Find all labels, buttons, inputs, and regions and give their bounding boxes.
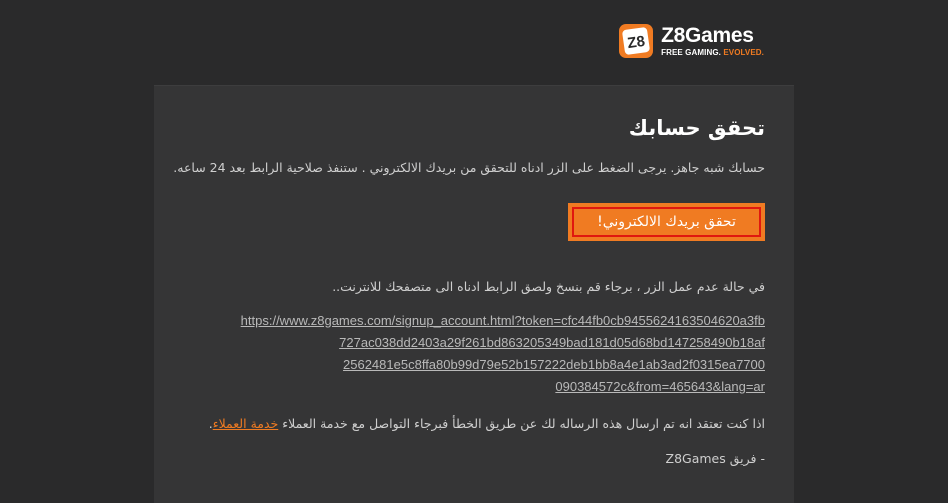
verify-button-container: تحقق بريدك الالكتروني!	[568, 203, 765, 241]
logo-mark-text: Z8	[626, 33, 646, 52]
email-card: تحقق حسابك حسابك شبه جاهز. يرجى الضغط عل…	[154, 85, 794, 503]
z8-logo-icon: Z8	[619, 24, 654, 58]
url-line[interactable]: https://www.z8games.com/signup_account.h…	[235, 310, 765, 332]
customer-service-link[interactable]: خدمة العملاء	[213, 416, 279, 431]
intro-text: حسابك شبه جاهز. يرجى الضغط على الزر ادنا…	[173, 160, 765, 175]
brand-name: Z8Games	[661, 24, 754, 47]
email-page: Z8 Z8Games FREE GAMING. EVOLVED. تحقق حس…	[0, 0, 948, 503]
brand-logo[interactable]: Z8 Z8Games FREE GAMING. EVOLVED.	[617, 22, 764, 60]
url-line[interactable]: 727ac038dd2403a29f261bd863205349bad181d0…	[235, 332, 765, 354]
url-line[interactable]: 090384572c&from=465643&lang=ar	[235, 376, 765, 398]
signoff-text: - فريق Z8Games	[665, 451, 765, 466]
brand-tagline: FREE GAMING. EVOLVED.	[661, 48, 764, 57]
support-text: اذا كنت تعتقد انه تم ارسال هذه الرساله ل…	[208, 416, 765, 431]
verify-email-button[interactable]: تحقق بريدك الالكتروني!	[572, 207, 761, 237]
email-title: تحقق حسابك	[628, 116, 765, 140]
fallback-text: في حالة عدم عمل الزر ، برجاء قم بنسخ ولص…	[332, 279, 765, 294]
url-line[interactable]: 2562481e5c8ffa80b99d79e52b157222deb1bb8a…	[235, 354, 765, 376]
verification-url-link[interactable]: https://www.z8games.com/signup_account.h…	[235, 310, 765, 398]
